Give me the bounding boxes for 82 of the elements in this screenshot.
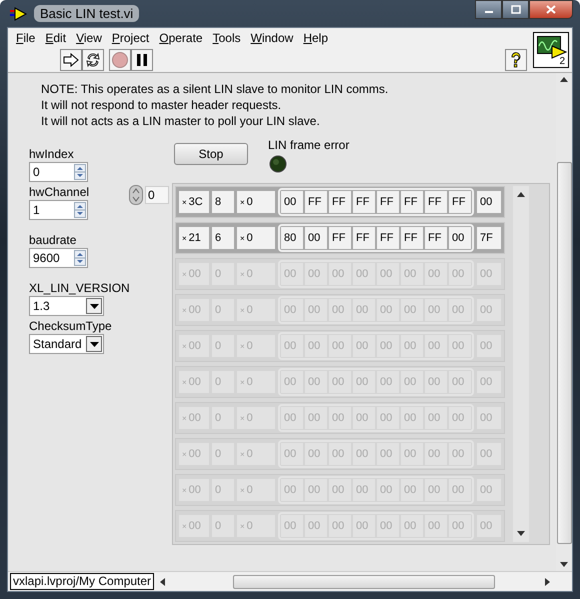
control-label: hwIndex (29, 147, 74, 162)
checksum-field[interactable]: 00 (477, 191, 501, 213)
dropdown-arrow-icon (90, 342, 98, 346)
menu-item[interactable]: Window (246, 30, 298, 44)
data-byte-field[interactable]: 80 (281, 227, 303, 249)
arrow-icon (63, 52, 79, 66)
data-byte-field[interactable]: FF (377, 191, 399, 213)
spinner-icon[interactable] (74, 250, 86, 266)
numeric-field[interactable]: 9600 (29, 248, 88, 268)
vi-icon[interactable]: 2 (533, 32, 569, 68)
dropdown[interactable]: Standard (29, 334, 104, 354)
data-byte-field[interactable]: FF (401, 191, 423, 213)
pause-icon (136, 54, 148, 66)
data-byte-field[interactable]: FF (425, 191, 447, 213)
data-byte-field[interactable]: FF (353, 227, 375, 249)
dlc-field[interactable]: 8 (212, 191, 234, 213)
scroll-down-icon[interactable] (560, 562, 568, 567)
data-byte-field[interactable]: FF (329, 227, 351, 249)
question-mark-icon (510, 52, 522, 68)
stop-button[interactable]: Stop (174, 143, 248, 165)
maximize-button[interactable] (502, 0, 529, 19)
id-field[interactable]: × 3C (179, 191, 209, 213)
scroll-right-icon[interactable] (545, 578, 550, 586)
led-label: LIN frame error (268, 138, 350, 152)
spinner-icon[interactable] (74, 202, 86, 218)
data-byte-field[interactable]: FF (425, 227, 447, 249)
scroll-down-icon[interactable] (517, 531, 525, 536)
menu-item[interactable]: Project (106, 30, 154, 44)
scroll-left-icon[interactable] (160, 578, 166, 586)
note-text: It will not respond to master header requests. (41, 97, 282, 113)
dlc-field[interactable]: 6 (212, 227, 234, 249)
numeric-field[interactable]: 0 (29, 162, 88, 182)
dropdown-arrow-icon (90, 304, 98, 308)
close-icon (546, 5, 556, 14)
minimize-button[interactable] (475, 0, 502, 19)
note-text: NOTE: This operates as a silent LIN slave to monitor LIN comms. (41, 81, 390, 97)
menu-item[interactable]: Help (298, 30, 333, 44)
control-label: baudrate (29, 233, 76, 248)
checksum-field[interactable]: 7F (477, 227, 501, 249)
control-label: hwChannel (29, 185, 90, 200)
run-continuously-button[interactable] (82, 48, 104, 70)
spinner-icon[interactable] (74, 164, 86, 180)
numeric-field[interactable]: 1 (29, 200, 88, 220)
menu-item[interactable]: Operate (154, 30, 208, 44)
menu-item[interactable]: View (71, 30, 107, 44)
close-button[interactable] (529, 0, 573, 19)
data-byte-field[interactable]: FF (353, 191, 375, 213)
menu-item[interactable]: Edit (40, 30, 72, 44)
pause-button[interactable] (131, 48, 153, 70)
help-button[interactable] (505, 48, 527, 70)
data-byte-field[interactable]: FF (377, 227, 399, 249)
run-arrow-icon (551, 45, 567, 59)
menu-item[interactable]: File (11, 30, 40, 44)
control-label: XL_LIN_VERSION (29, 281, 130, 296)
window-title: Basic LIN test.vi (34, 5, 140, 22)
note-text: It will not acts as a LIN master to poll your LIN slave. (41, 113, 321, 129)
run-button[interactable] (60, 48, 82, 70)
data-byte-field[interactable]: 00 (281, 191, 303, 213)
scroll-thumb[interactable] (556, 162, 572, 544)
project-path: vxlapi.lvproj/My Computer (10, 573, 154, 590)
data-byte-field[interactable]: 00 (305, 227, 327, 249)
scroll-up-icon[interactable] (560, 77, 568, 82)
array-scrollbar[interactable] (513, 186, 529, 542)
dropdown[interactable]: 1.3 (29, 296, 104, 316)
data-byte-field[interactable]: FF (449, 191, 471, 213)
maximize-icon (510, 5, 520, 14)
index-spinner-icon[interactable] (129, 185, 143, 205)
data-byte-field[interactable]: FF (401, 227, 423, 249)
control-label: ChecksumType (29, 319, 112, 334)
scroll-up-icon[interactable] (517, 192, 525, 197)
menu-item[interactable]: Tools (208, 30, 246, 44)
array-index-field[interactable]: 0 (145, 186, 169, 204)
data-byte-field[interactable]: FF (329, 191, 351, 213)
data-byte-field[interactable]: 00 (449, 227, 471, 249)
run-arrow-icon (10, 6, 28, 20)
circular-arrows-icon (85, 52, 101, 68)
vi-number: 2 (559, 56, 565, 67)
flags-field[interactable]: × 0 (237, 227, 275, 249)
id-field[interactable]: × 21 (179, 227, 209, 249)
scroll-thumb[interactable] (233, 574, 496, 588)
data-byte-field[interactable]: FF (305, 191, 327, 213)
flags-field[interactable]: × 0 (237, 191, 275, 213)
